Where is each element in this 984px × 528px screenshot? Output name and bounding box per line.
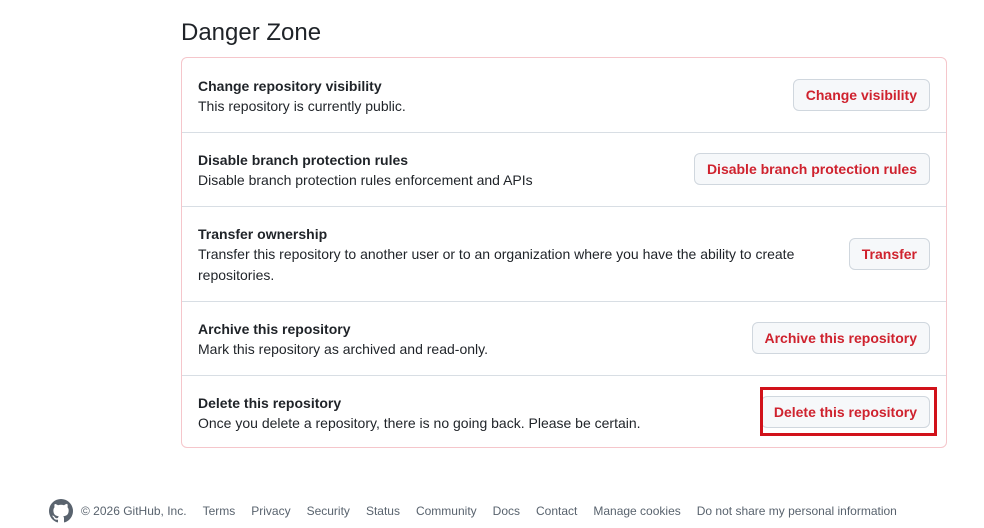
- row-description: Once you delete a repository, there is n…: [198, 415, 641, 431]
- danger-row-archive: Archive this repository Mark this reposi…: [182, 301, 946, 375]
- change-visibility-button[interactable]: Change visibility: [792, 79, 930, 111]
- row-title: Disable branch protection rules: [198, 152, 409, 168]
- danger-row-delete: Delete this repository Once you delete a…: [182, 375, 946, 447]
- row-description-line-1: Transfer this repository to another user…: [198, 246, 795, 262]
- footer: © 2026 GitHub, Inc. Terms Privacy Securi…: [49, 498, 913, 524]
- footer-link-contact[interactable]: Contact: [536, 504, 577, 518]
- footer-link-security[interactable]: Security: [307, 504, 350, 518]
- footer-link-terms[interactable]: Terms: [203, 504, 236, 518]
- settings-page: Danger Zone Change repository visibility…: [0, 0, 984, 528]
- footer-link-manage-cookies[interactable]: Manage cookies: [593, 504, 680, 518]
- row-description: Disable branch protection rules enforcem…: [198, 172, 533, 188]
- danger-zone-title: Danger Zone: [181, 19, 322, 46]
- row-title: Delete this repository: [198, 395, 342, 411]
- disable-branch-protection-button[interactable]: Disable branch protection rules: [693, 153, 930, 185]
- danger-row-transfer: Transfer ownership Transfer this reposit…: [182, 206, 946, 301]
- row-title: Change repository visibility: [198, 78, 382, 94]
- danger-row-branch-protection: Disable branch protection rules Disable …: [182, 132, 946, 206]
- footer-link-status[interactable]: Status: [366, 504, 400, 518]
- footer-link-community[interactable]: Community: [416, 504, 477, 518]
- row-description: Mark this repository as archived and rea…: [198, 341, 488, 357]
- row-description: This repository is currently public.: [198, 98, 406, 114]
- github-mark-icon[interactable]: [49, 499, 73, 523]
- danger-row-visibility: Change repository visibility This reposi…: [182, 58, 946, 132]
- danger-zone-box: Change repository visibility This reposi…: [181, 57, 947, 448]
- footer-link-do-not-share[interactable]: Do not share my personal information: [697, 504, 897, 518]
- transfer-button[interactable]: Transfer: [848, 238, 930, 270]
- row-title: Archive this repository: [198, 321, 351, 337]
- archive-repository-button[interactable]: Archive this repository: [751, 322, 930, 354]
- footer-link-docs[interactable]: Docs: [493, 504, 520, 518]
- row-title: Transfer ownership: [198, 226, 328, 242]
- footer-link-privacy[interactable]: Privacy: [251, 504, 290, 518]
- row-description-line-2: repositories.: [198, 267, 275, 283]
- delete-repository-button[interactable]: Delete this repository: [760, 396, 930, 428]
- footer-copyright: © 2026 GitHub, Inc.: [81, 504, 187, 518]
